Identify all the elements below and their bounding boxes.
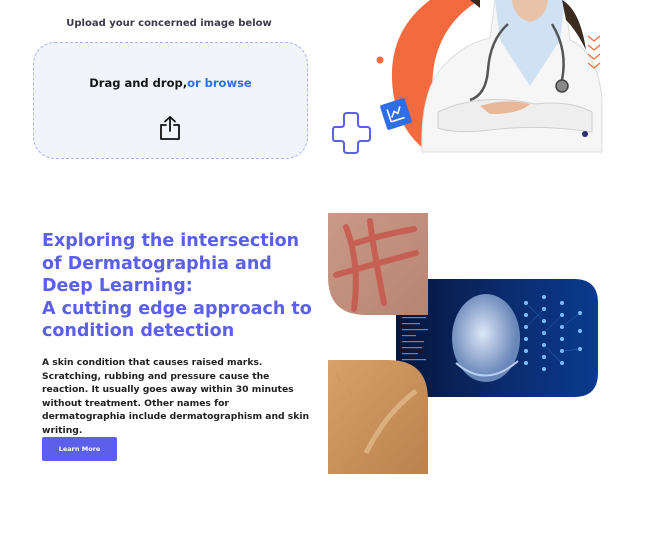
headline-line: Exploring the intersection — [42, 231, 300, 251]
skin-writing-arm-photo — [328, 360, 428, 474]
drop-instructions: Drag and drop,or browse — [34, 76, 307, 90]
navy-dot — [582, 131, 588, 137]
article-headline: Exploring the intersection of Dermatogra… — [42, 230, 322, 343]
headline-line: condition detection — [42, 321, 235, 342]
orange-dot — [376, 56, 384, 64]
upload-caption: Upload your concerned image below — [66, 18, 272, 29]
upload-dropzone[interactable]: Drag and drop,or browse — [33, 42, 308, 159]
skin-scratch-photo — [328, 213, 428, 315]
learn-more-button[interactable]: Learn More — [42, 437, 117, 461]
headline-line: Deep Learning: — [42, 276, 193, 297]
image-collage — [328, 213, 598, 474]
browse-link[interactable]: or browse — [187, 76, 252, 90]
drop-label: Drag and drop, — [89, 76, 188, 90]
article-description: A skin condition that causes raised mark… — [42, 357, 310, 436]
headline-line: of Dermatographia and — [42, 253, 272, 274]
plus-outline-icon — [332, 112, 371, 154]
headline-line: A cutting edge approach to — [42, 298, 312, 319]
doctor-hero-image — [332, 0, 603, 154]
upload-icon[interactable] — [158, 115, 182, 141]
